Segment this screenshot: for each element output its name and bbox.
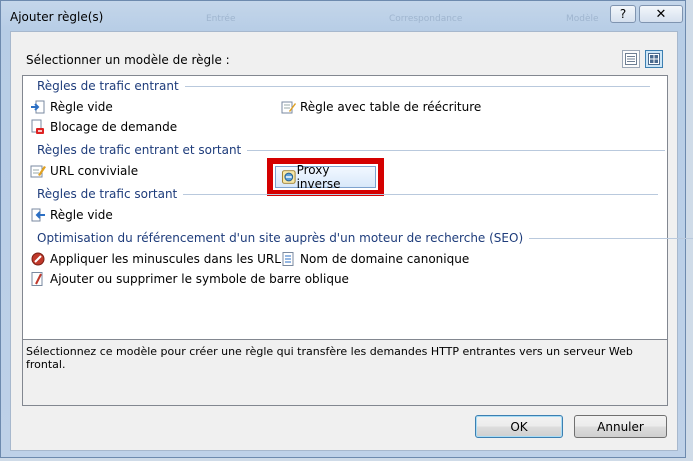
add-rules-dialog: Ajouter règle(s) Entrée Correspondance M…	[0, 0, 693, 458]
template-item-rewrite-map-rule[interactable]: Règle avec table de réécriture	[280, 99, 481, 115]
tile-view-icon	[648, 53, 660, 65]
template-item-trailing-slash[interactable]: Ajouter ou supprimer le symbole de barre…	[30, 271, 349, 287]
select-template-label: Sélectionner un modèle de règle :	[26, 53, 230, 67]
group-label: Règles de trafic entrant et sortant	[37, 143, 242, 157]
template-item-label: URL conviviale	[50, 164, 139, 178]
reverse-proxy-icon	[281, 170, 296, 184]
template-item-label: Ajouter ou supprimer le symbole de barre…	[50, 272, 349, 286]
template-item-user-friendly-url[interactable]: URL conviviale	[30, 163, 138, 179]
help-button[interactable]: ?	[610, 5, 636, 23]
background-tab-label: Modèle	[566, 14, 599, 24]
template-item-label: Nom de domaine canonique	[300, 252, 470, 266]
group-label: Optimisation du référencement d'un site …	[37, 231, 524, 245]
template-item-label: Règle avec table de réécriture	[300, 100, 482, 114]
template-item-inbound-blank-rule[interactable]: Règle vide	[30, 99, 113, 115]
template-item-label: Blocage de demande	[50, 120, 178, 134]
block-request-icon	[31, 119, 44, 134]
rule-template-list[interactable]: Règles de trafic entrant Règle vide Règl…	[22, 75, 693, 341]
title-bar[interactable]: Ajouter règle(s) Entrée Correspondance M…	[1, 1, 685, 31]
template-item-reverse-proxy[interactable]: Proxy inverse	[275, 163, 376, 191]
group-label: Règles de trafic sortant	[37, 187, 178, 201]
ok-button[interactable]: OK	[475, 415, 563, 438]
group-header-seo: Optimisation du référencement d'un site …	[37, 231, 693, 245]
template-item-canonical-domain[interactable]: Nom de domaine canonique	[280, 251, 469, 267]
rewrite-map-icon	[281, 101, 296, 114]
lowercase-icon	[31, 252, 45, 266]
template-item-outbound-blank-rule[interactable]: Règle vide	[30, 207, 113, 223]
window-title: Ajouter règle(s)	[10, 10, 104, 24]
background-tab-label: Entrée	[206, 14, 236, 24]
ok-button-label: OK	[510, 419, 528, 434]
trailing-slash-icon	[31, 272, 43, 286]
template-item-label: Appliquer les minuscules dans les URL	[50, 252, 281, 266]
template-item-label: Règle vide	[50, 100, 113, 114]
cancel-button-label: Annuler	[597, 419, 644, 434]
dialog-client-area: Sélectionner un modèle de règle : Règles…	[10, 31, 693, 451]
close-icon: ✕	[655, 6, 667, 22]
group-label: Règles de trafic entrant	[37, 79, 179, 93]
template-item-label: Règle vide	[50, 208, 113, 222]
template-description-panel: Sélectionnez ce modèle pour créer une rè…	[22, 339, 668, 406]
inbound-arrow-icon	[31, 100, 45, 114]
canonical-domain-icon	[282, 252, 294, 266]
template-item-lowercase-urls[interactable]: Appliquer les minuscules dans les URL	[30, 251, 281, 267]
template-item-request-blocking[interactable]: Blocage de demande	[30, 119, 177, 135]
cancel-button[interactable]: Annuler	[574, 415, 667, 438]
list-view-icon	[625, 53, 637, 65]
group-divider	[184, 85, 650, 87]
list-view-button[interactable]	[622, 50, 640, 68]
group-divider	[183, 193, 659, 195]
template-description: Sélectionnez ce modèle pour créer une rè…	[26, 345, 633, 371]
friendly-url-icon	[30, 165, 46, 178]
outbound-arrow-icon	[31, 208, 45, 222]
background-tab-label: Correspondance	[389, 14, 463, 24]
close-button[interactable]: ✕	[639, 5, 683, 23]
group-divider	[247, 149, 666, 151]
group-header-inbound: Règles de trafic entrant	[37, 79, 650, 93]
group-divider	[529, 237, 693, 239]
help-icon: ?	[619, 7, 627, 21]
tile-view-button[interactable]	[645, 50, 663, 68]
group-header-inbound-outbound: Règles de trafic entrant et sortant	[37, 143, 666, 157]
group-header-outbound: Règles de trafic sortant	[37, 187, 659, 201]
